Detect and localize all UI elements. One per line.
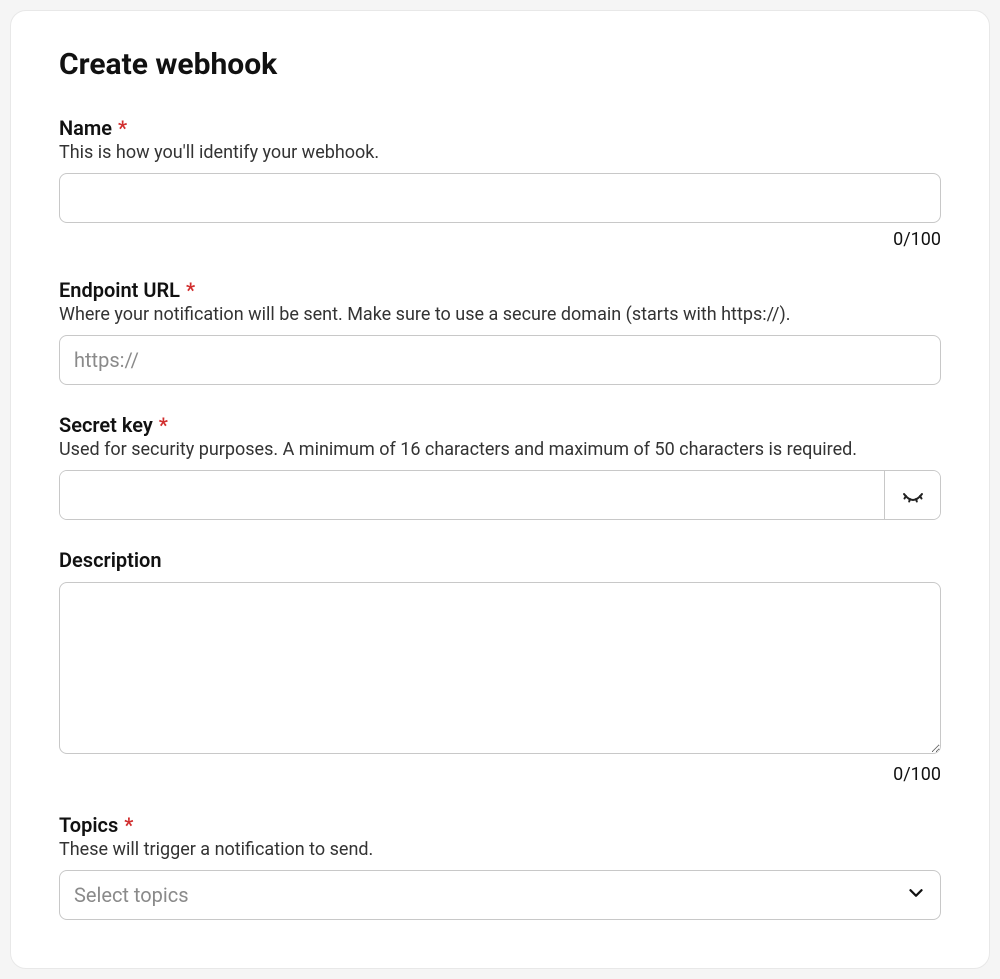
toggle-visibility-button[interactable] — [884, 471, 940, 519]
required-asterisk: * — [186, 280, 195, 300]
topics-select-wrap: Select topics — [59, 870, 941, 920]
description-counter: 0/100 — [59, 764, 941, 785]
label-row: Description — [59, 548, 941, 572]
label-row: Endpoint URL * — [59, 278, 941, 302]
endpoint-input[interactable] — [59, 335, 941, 385]
topics-help: These will trigger a notification to sen… — [59, 839, 941, 860]
name-input[interactable] — [59, 173, 941, 223]
field-description: Description 0/100 — [59, 548, 941, 785]
required-asterisk: * — [159, 415, 168, 435]
name-counter: 0/100 — [59, 229, 941, 250]
topics-placeholder: Select topics — [74, 883, 189, 907]
endpoint-label: Endpoint URL — [59, 278, 180, 302]
description-input[interactable] — [59, 582, 941, 754]
secret-help: Used for security purposes. A minimum of… — [59, 439, 941, 460]
create-webhook-card: Create webhook Name * This is how you'll… — [10, 10, 990, 969]
required-asterisk: * — [124, 815, 133, 835]
topics-select[interactable]: Select topics — [59, 870, 941, 920]
secret-input[interactable] — [60, 471, 884, 519]
name-label: Name — [59, 116, 112, 140]
field-topics: Topics * These will trigger a notificati… — [59, 813, 941, 920]
name-help: This is how you'll identify your webhook… — [59, 142, 941, 163]
label-row: Topics * — [59, 813, 941, 837]
eye-closed-icon — [901, 482, 925, 509]
secret-input-group — [59, 470, 941, 520]
field-name: Name * This is how you'll identify your … — [59, 116, 941, 250]
label-row: Secret key * — [59, 413, 941, 437]
endpoint-help: Where your notification will be sent. Ma… — [59, 304, 941, 325]
topics-label: Topics — [59, 813, 118, 837]
page-title: Create webhook — [59, 47, 941, 82]
label-row: Name * — [59, 116, 941, 140]
description-label: Description — [59, 548, 162, 572]
secret-label: Secret key — [59, 413, 153, 437]
required-asterisk: * — [118, 118, 127, 138]
field-endpoint: Endpoint URL * Where your notification w… — [59, 278, 941, 385]
field-secret: Secret key * Used for security purposes.… — [59, 413, 941, 520]
